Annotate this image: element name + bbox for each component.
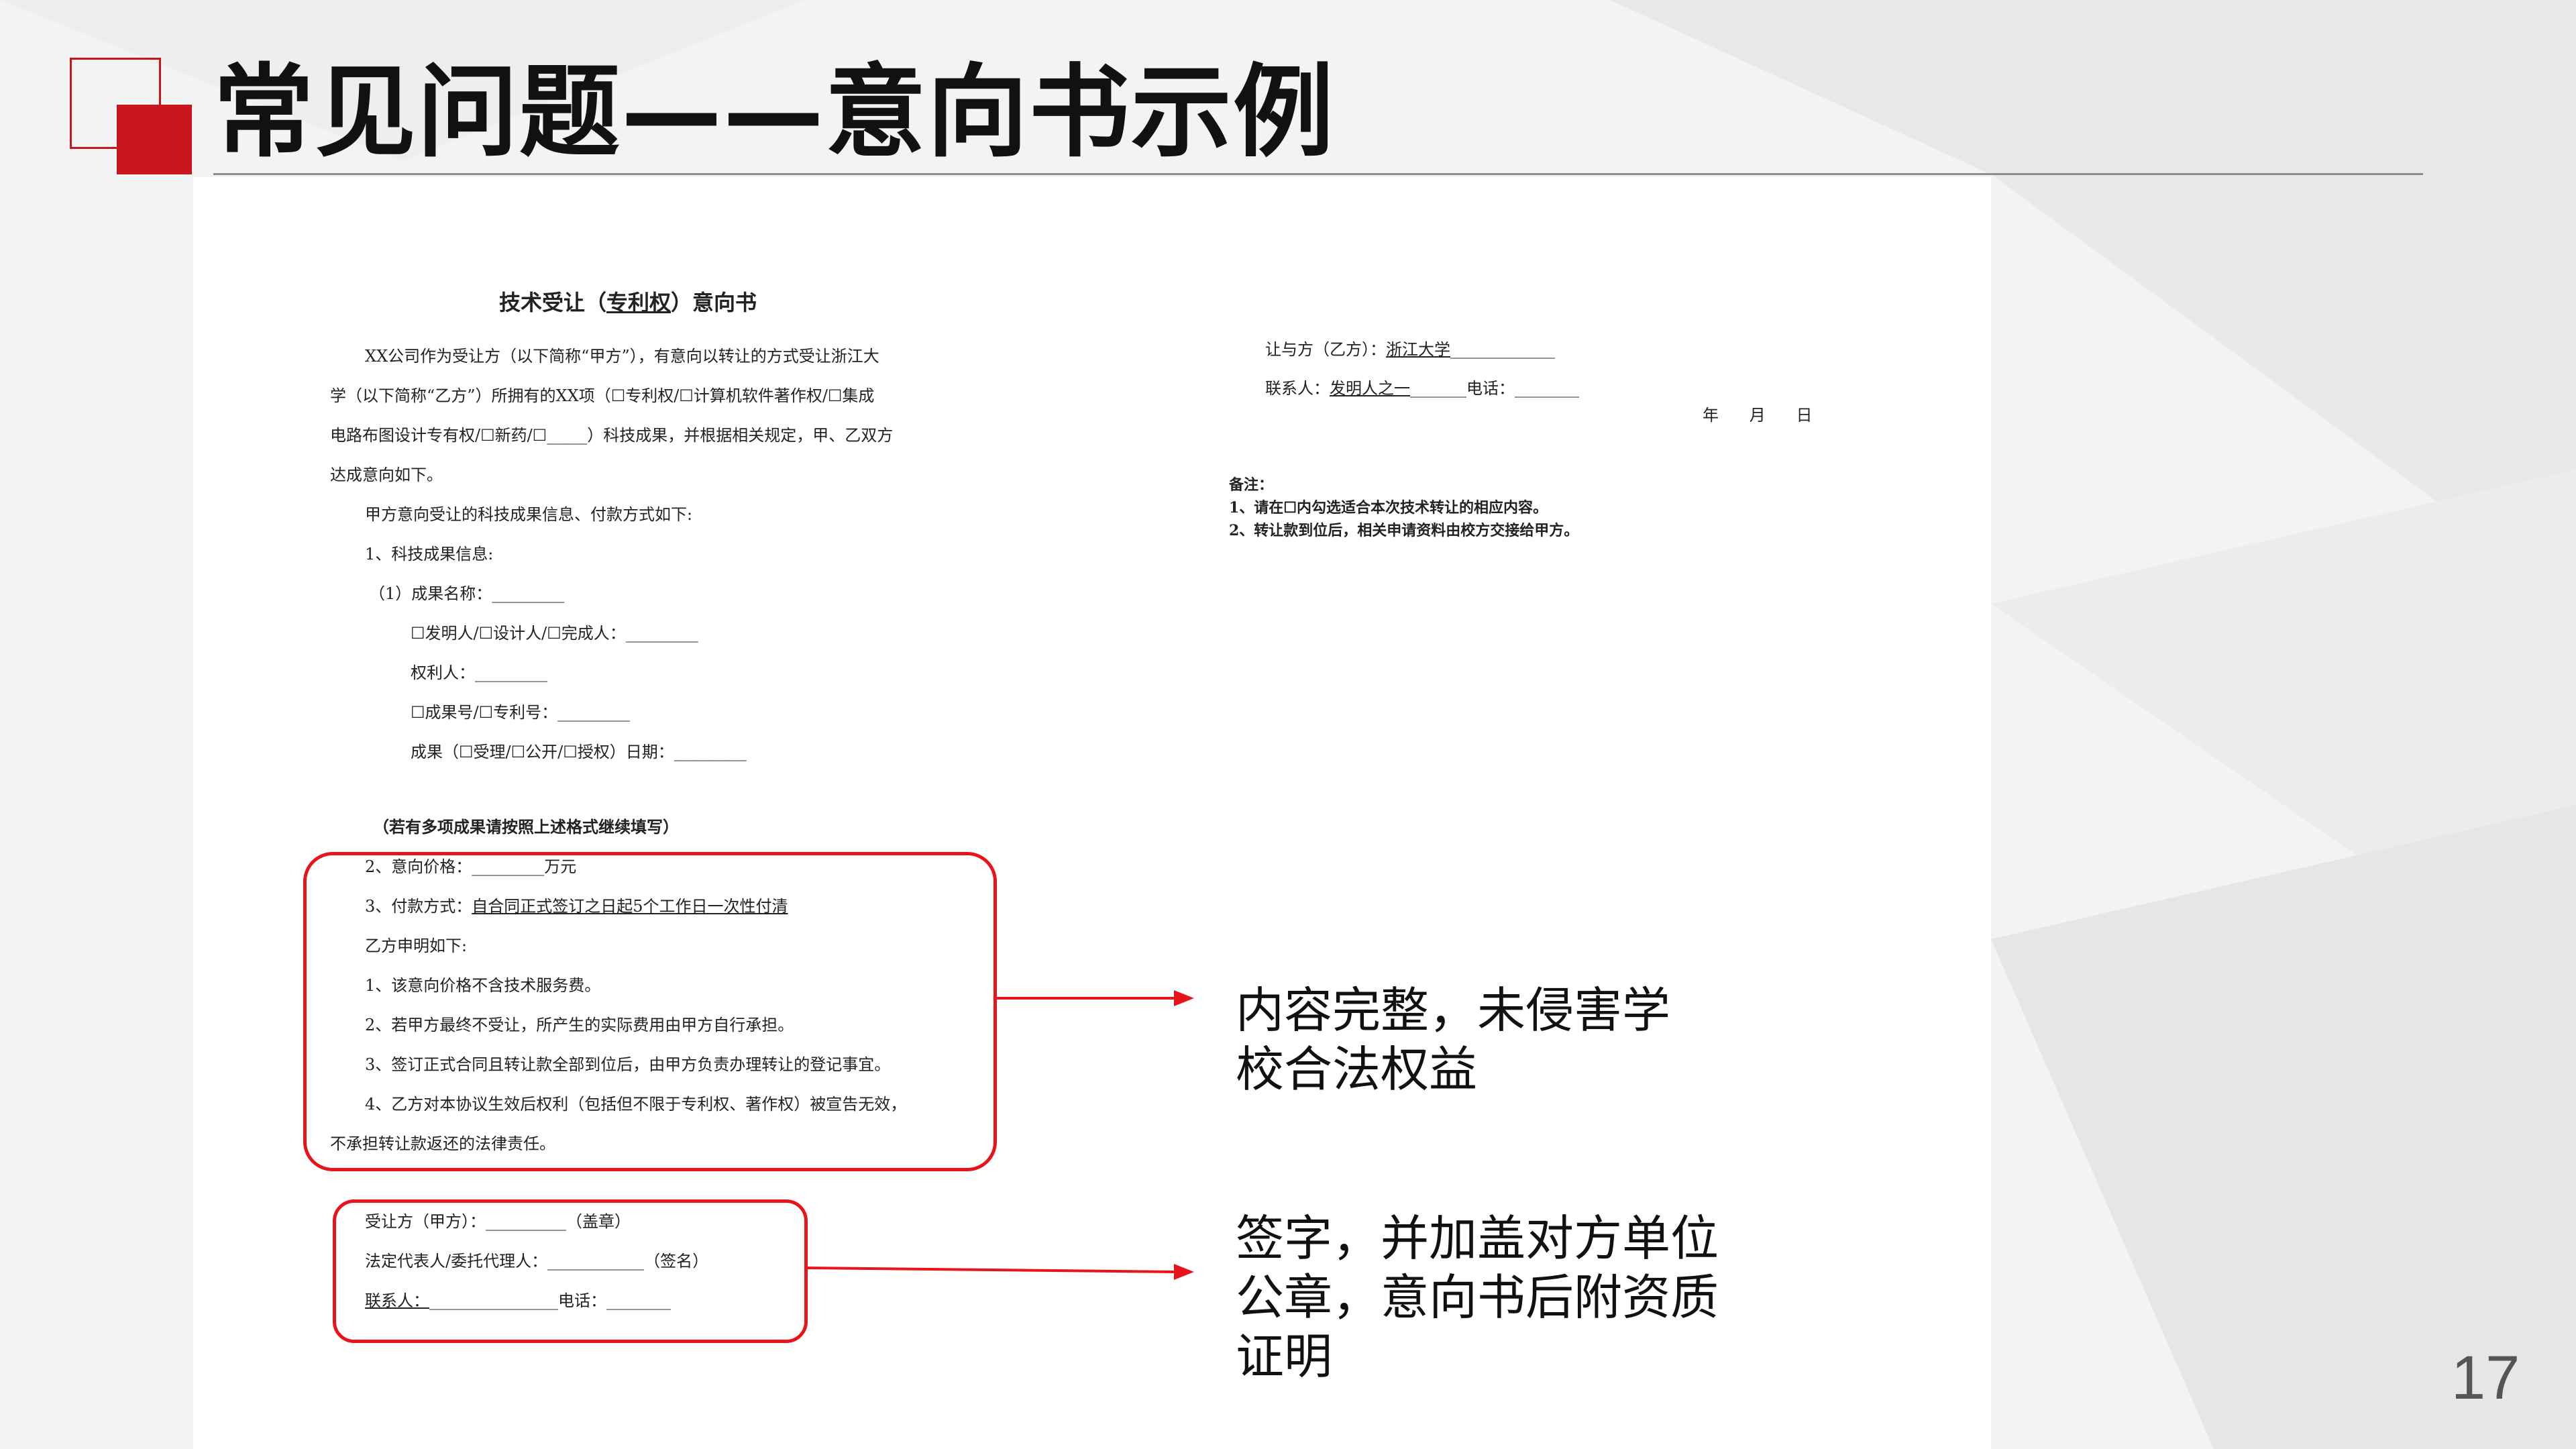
arrow-right-icon <box>996 990 1194 1006</box>
doc-item: ☐成果号/☐专利号：_________ <box>411 703 631 722</box>
signature-highlight-box <box>333 1199 808 1343</box>
callout-line: 证明 <box>1236 1328 1333 1385</box>
document-title: 技术受让（专利权）意向书 <box>499 290 757 315</box>
doc-remark: 1、请在☐内勾选适合本次技术转让的相应内容。 <box>1229 499 1548 517</box>
page-number: 17 <box>2451 1344 2520 1412</box>
doc-multi-note: （若有多项成果请按照上述格式继续填写） <box>373 817 679 837</box>
callout-signature: 签字，并加盖对方单位 公章，意向书后附资质 证明 <box>1236 1209 1719 1386</box>
doc-remark: 2、转让款到位后，相关申请资料由校方交接给甲方。 <box>1229 522 1579 539</box>
doc-item: ☐发明人/☐设计人/☐完成人：_________ <box>411 624 698 643</box>
callout-line: 公章，意向书后附资质 <box>1236 1269 1719 1326</box>
callout-line: 内容完整，未侵害学 <box>1236 982 1671 1038</box>
doc-item: 1、科技成果信息: <box>365 545 494 564</box>
callout-line: 校合法权益 <box>1236 1041 1478 1097</box>
doc-contact-b: 联系人：发明人之一_______电话：________ <box>1265 379 1579 398</box>
arrow-right-icon <box>806 1264 1194 1280</box>
callout-line: 签字，并加盖对方单位 <box>1236 1210 1719 1267</box>
doc-item: 权利人：_________ <box>411 663 547 682</box>
title-divider <box>213 173 2423 175</box>
doc-paragraph-line: 达成意向如下。 <box>330 466 443 484</box>
doc-paragraph-line: 甲方意向受让的科技成果信息、付款方式如下: <box>365 505 693 524</box>
doc-paragraph-line: 学（以下简称“乙方”）所拥有的XX项（☐专利权/☐计算机软件著作权/☐集成 <box>330 386 875 405</box>
doc-item: （1）成果名称：_________ <box>369 584 565 603</box>
doc-transferor: 让与方（乙方）：浙江大学_____________ <box>1265 340 1555 359</box>
doc-item: 成果（☐受理/☐公开/☐授权）日期：_________ <box>411 743 747 761</box>
logo-solid-square <box>117 105 192 174</box>
slide-title: 常见问题——意向书示例 <box>213 54 1336 171</box>
callout-content-complete: 内容完整，未侵害学 校合法权益 <box>1236 981 1670 1099</box>
doc-paragraph-line: 电路布图设计专有权/☐新药/☐_____）科技成果，并根据相关规定，甲、乙双方 <box>330 426 894 445</box>
doc-remarks-title: 备注： <box>1229 476 1274 494</box>
doc-date-line: 年 月 日 <box>1703 406 1813 425</box>
doc-paragraph-line: XX公司作为受让方（以下简称“甲方”），有意向以转让的方式受让浙江大 <box>365 347 879 366</box>
content-highlight-box <box>303 852 997 1171</box>
